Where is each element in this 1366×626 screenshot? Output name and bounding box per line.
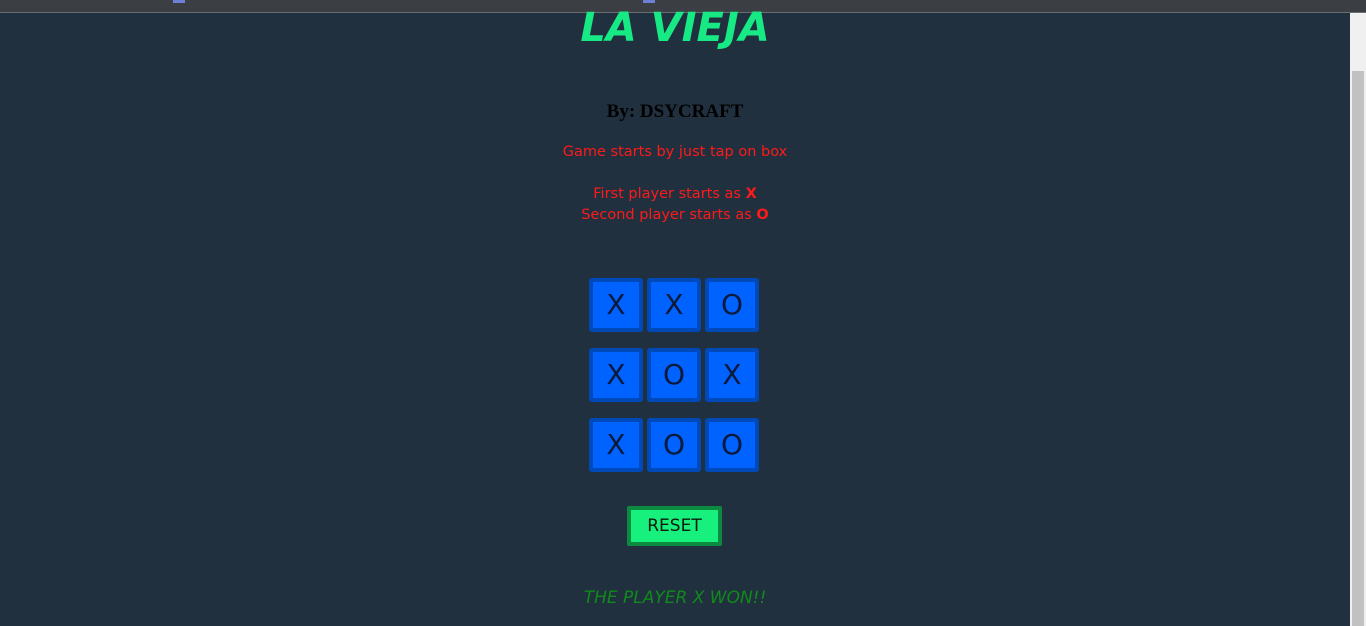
board-cell-r1c3[interactable]: O <box>705 278 759 332</box>
game-title: LA VIEJA <box>580 5 770 51</box>
board-cell-r2c2[interactable]: O <box>647 348 701 402</box>
board-cell-r3c2[interactable]: O <box>647 418 701 472</box>
board-cell-r2c3[interactable]: X <box>705 348 759 402</box>
board-cell-r1c1[interactable]: X <box>589 278 643 332</box>
tab-indicator-icon <box>173 0 185 3</box>
game-result-message: THE PLAYER X WON!! <box>583 588 767 608</box>
tab-indicator-icon <box>643 0 655 3</box>
first-player-mark: X <box>745 186 757 202</box>
first-player-text: First player starts as <box>593 186 741 202</box>
board-cell-r3c3[interactable]: O <box>705 418 759 472</box>
author-credit: By: DSYCRAFT <box>606 101 744 122</box>
board-cell-r3c1[interactable]: X <box>589 418 643 472</box>
board-cell-r1c2[interactable]: X <box>647 278 701 332</box>
second-player-text: Second player starts as <box>581 207 752 223</box>
page-scrollbar[interactable] <box>1350 13 1366 626</box>
reset-button[interactable]: RESET <box>627 506 722 546</box>
board-cell-r2c1[interactable]: X <box>589 348 643 402</box>
second-player-instruction: Second player starts as O <box>0 207 1350 223</box>
game-page: LA VIEJA By: DSYCRAFT Game starts by jus… <box>0 5 1350 626</box>
second-player-mark: O <box>756 207 769 223</box>
start-instruction: Game starts by just tap on box <box>562 144 788 160</box>
scrollbar-thumb[interactable] <box>1352 71 1364 626</box>
first-player-instruction: First player starts as X <box>0 186 1350 202</box>
